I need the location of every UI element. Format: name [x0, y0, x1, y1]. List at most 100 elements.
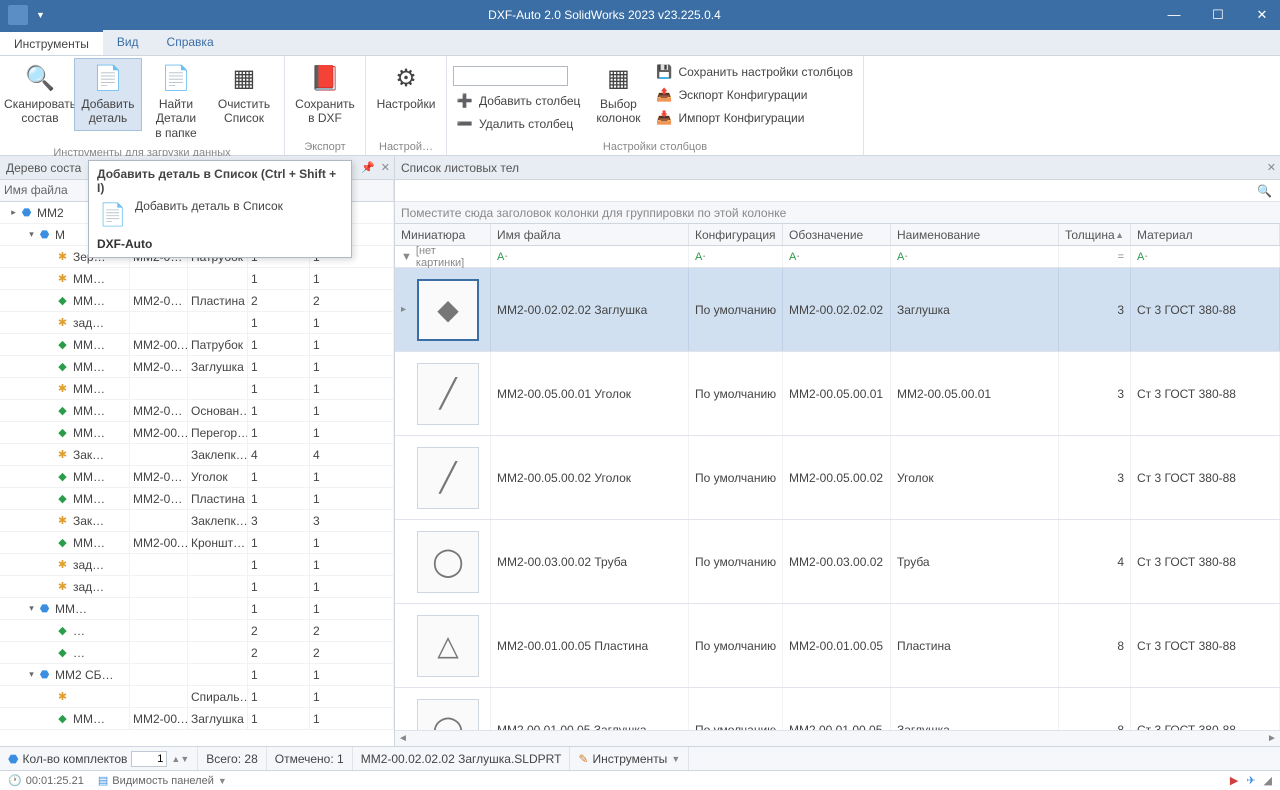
- spinner-icon[interactable]: ▲▼: [171, 754, 189, 764]
- grid-col-header[interactable]: Обозначение: [783, 224, 891, 245]
- ribbon-small-button[interactable]: 📤Эскпорт Конфигурации: [652, 85, 857, 105]
- grid-col-header[interactable]: Толщина▲: [1059, 224, 1131, 245]
- menu-tab-tools[interactable]: Инструменты: [0, 30, 103, 55]
- tree-row[interactable]: ◆MM…MM2-0…Уголок11: [0, 466, 394, 488]
- tree-row[interactable]: ✱Зак…Заклепк…33: [0, 510, 394, 532]
- panel-close-icon[interactable]: ✕: [381, 161, 390, 174]
- tree-row[interactable]: ✱зад…11: [0, 312, 394, 334]
- app-menu-arrow[interactable]: ▼: [36, 10, 45, 20]
- minimize-button[interactable]: —: [1164, 7, 1184, 23]
- tree-row[interactable]: ✱MM…11: [0, 378, 394, 400]
- menu-tab-help[interactable]: Справка: [153, 30, 228, 55]
- cell-designation: MM2-00.01.00.05: [783, 604, 891, 687]
- tree-row[interactable]: ▾⬣MM…11: [0, 598, 394, 620]
- tree-row[interactable]: ▾⬣MM2 СБ…11: [0, 664, 394, 686]
- ribbon-small-button[interactable]: 💾Сохранить настройки столбцов: [652, 62, 857, 82]
- cell-thickness: 3: [1059, 436, 1131, 519]
- tree-row[interactable]: ◆…22: [0, 620, 394, 642]
- tree-row[interactable]: ✱Спираль…11: [0, 686, 394, 708]
- ribbon-small-icon: 📥: [656, 110, 672, 126]
- node-icon: ✱: [55, 513, 70, 528]
- expander-icon[interactable]: ▸: [8, 207, 19, 218]
- search-icon[interactable]: 🔍: [1257, 184, 1272, 198]
- pin-icon[interactable]: 📌: [361, 161, 375, 174]
- tree-row[interactable]: ✱MM…11: [0, 268, 394, 290]
- tree-row[interactable]: ◆MM…MM2-00.…Перегор…11: [0, 422, 394, 444]
- scroll-left-icon[interactable]: ◄: [395, 733, 411, 744]
- panels-visibility[interactable]: ▤ Видимость панелей ▼: [98, 774, 227, 787]
- status-total: Всего: 28: [198, 747, 267, 770]
- tree-row[interactable]: ◆MM…MM2-0…Основан…11: [0, 400, 394, 422]
- tree-row[interactable]: ◆MM…MM2-0…Пластина11: [0, 488, 394, 510]
- ribbon-small-button[interactable]: ➕Добавить столбец: [453, 91, 584, 111]
- resize-grip-icon[interactable]: ◢: [1264, 774, 1272, 787]
- ribbon-button[interactable]: ▦Выборколонок: [584, 58, 652, 131]
- grid-col-header[interactable]: Наименование: [891, 224, 1059, 245]
- tree-row[interactable]: ◆MM…MM2-00.…Заглушка11: [0, 708, 394, 730]
- ribbon-button[interactable]: 📕Сохранитьв DXF: [291, 58, 359, 131]
- grid-col-header[interactable]: Имя файла: [491, 224, 689, 245]
- filter-cell[interactable]: A⋅: [1131, 246, 1280, 267]
- cell-config: По умолчанию: [689, 268, 783, 351]
- ribbon-icon: 📄: [92, 63, 124, 95]
- ribbon-small-button[interactable]: 📥Импорт Конфигурации: [652, 108, 857, 128]
- telegram-icon[interactable]: ✈: [1246, 774, 1255, 787]
- grid-col-header[interactable]: Конфигурация: [689, 224, 783, 245]
- group-hint[interactable]: Поместите сюда заголовок колонки для гру…: [395, 202, 1280, 224]
- tree-row[interactable]: ◆MM…MM2-0…Заглушка11: [0, 356, 394, 378]
- tree-row[interactable]: ◆…22: [0, 642, 394, 664]
- filter-cell[interactable]: A⋅: [891, 246, 1059, 267]
- ribbon-button[interactable]: 🔍Сканироватьсостав: [6, 58, 74, 131]
- grid-col-header[interactable]: Миниатюра: [395, 224, 491, 245]
- grid-row[interactable]: △MM2-00.01.00.05 ПластинаПо умолчаниюMM2…: [395, 604, 1280, 688]
- tree-row[interactable]: ◆MM…MM2-0…Пластина22: [0, 290, 394, 312]
- grid-row[interactable]: ╱MM2-00.05.00.02 УголокПо умолчаниюMM2-0…: [395, 436, 1280, 520]
- h-scrollbar[interactable]: ◄ ►: [395, 730, 1280, 746]
- cell-name: Заглушка: [891, 688, 1059, 730]
- filter-cell[interactable]: =: [1059, 246, 1131, 267]
- grid-row[interactable]: ◯MM2-00.03.00.02 ТрубаПо умолчаниюMM2-00…: [395, 520, 1280, 604]
- tree-row[interactable]: ◆MM…MM2-00.…Кроншт…11: [0, 532, 394, 554]
- status-tools[interactable]: ✎ Инструменты ▼: [570, 747, 689, 770]
- grid-row[interactable]: ▸◆MM2-00.02.02.02 ЗаглушкаПо умолчаниюMM…: [395, 268, 1280, 352]
- tree-row[interactable]: ✱зад…11: [0, 554, 394, 576]
- ribbon-button[interactable]: 📄Найти Деталив папке: [142, 58, 210, 145]
- ribbon-button[interactable]: ⚙Настройки: [372, 58, 440, 116]
- node-icon: ◆: [55, 425, 70, 440]
- ribbon-button[interactable]: ▦ОчиститьСписок: [210, 58, 278, 131]
- ribbon-icon: ▦: [228, 63, 260, 95]
- filter-cell[interactable]: A⋅: [689, 246, 783, 267]
- menu-tab-view[interactable]: Вид: [103, 30, 153, 55]
- node-icon: ✱: [55, 381, 70, 396]
- tree-row[interactable]: ✱Зак…Заклепк…44: [0, 444, 394, 466]
- filter-cell[interactable]: A⋅: [783, 246, 891, 267]
- tree-row[interactable]: ◆MM…MM2-00.…Патрубок11: [0, 334, 394, 356]
- chevron-down-icon: ▼: [218, 776, 227, 786]
- expander-icon[interactable]: ▾: [26, 603, 37, 614]
- ribbon-small-button[interactable]: ➖Удалить столбец: [453, 114, 584, 134]
- thumbnail: ◆: [417, 279, 479, 341]
- filter-cell[interactable]: A⋅: [491, 246, 689, 267]
- grid-col-header[interactable]: Материал: [1131, 224, 1280, 245]
- grid-row[interactable]: ╱MM2-00.05.00.01 УголокПо умолчаниюMM2-0…: [395, 352, 1280, 436]
- grid-row[interactable]: ◯MM2 00 01 00 05 ЗаглушкаПо умолчаниюMM2…: [395, 688, 1280, 730]
- maximize-button[interactable]: ☐: [1208, 7, 1228, 23]
- ribbon-button[interactable]: 📄Добавитьдеталь: [74, 58, 142, 131]
- kits-input[interactable]: [131, 751, 167, 767]
- expander-icon[interactable]: ▾: [26, 669, 37, 680]
- ribbon-combo[interactable]: [453, 66, 568, 86]
- scroll-right-icon[interactable]: ►: [1264, 733, 1280, 744]
- menu-bar: Инструменты Вид Справка: [0, 30, 1280, 56]
- tree-body[interactable]: ▸⬣MM2▾⬣M✱Зер…MM2-0…Патрубок11✱MM…11◆MM…M…: [0, 202, 394, 746]
- tree-row[interactable]: ✱зад…11: [0, 576, 394, 598]
- grid-body[interactable]: ▸◆MM2-00.02.02.02 ЗаглушкаПо умолчаниюMM…: [395, 268, 1280, 730]
- ribbon-group-label: Экспорт: [291, 139, 359, 155]
- cell-material: Ст 3 ГОСТ 380-88: [1131, 268, 1280, 351]
- ribbon: 🔍Сканироватьсостав📄Добавитьдеталь📄Найти …: [0, 56, 1280, 156]
- app-icon: [8, 5, 28, 25]
- youtube-icon[interactable]: ▶: [1230, 774, 1238, 787]
- close-button[interactable]: ✕: [1252, 7, 1272, 23]
- panel-close-icon[interactable]: ✕: [1267, 161, 1276, 174]
- expander-icon[interactable]: ▾: [26, 229, 37, 240]
- filter-cell[interactable]: ▼[нет картинки]: [395, 246, 491, 267]
